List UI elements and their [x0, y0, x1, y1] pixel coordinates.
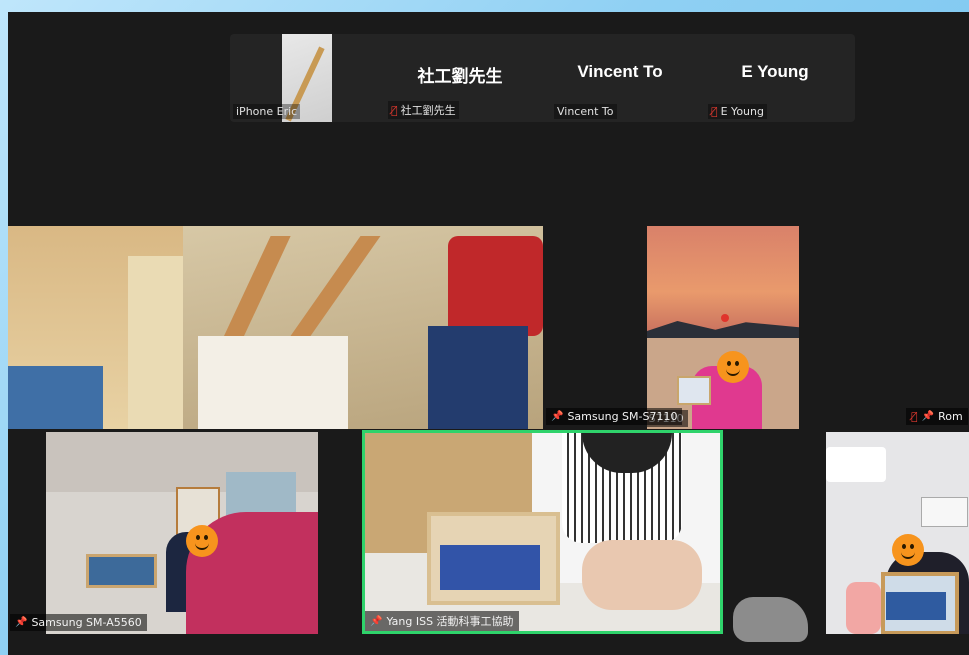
meeting-window: iPhone Eric 社工劉先生 🎙̸ 社工劉先生 Vincent To Vi…: [8, 12, 969, 655]
participant-name: Rom: [938, 410, 963, 423]
pin-icon: 📌: [15, 617, 28, 628]
video-tile-samsung-s7110[interactable]: 📌 Samsung SM-S7110: [647, 226, 799, 429]
participant-label: 🎙̸ 社工劉先生: [388, 101, 459, 119]
participant-name-tag: 📌 Samsung SM-A5560: [10, 614, 147, 631]
participant-tile-vincent[interactable]: Vincent To Vincent To: [540, 34, 700, 122]
participant-name: Yang ISS 活動科事工協助: [386, 615, 514, 628]
emoji-face-icon: [717, 351, 749, 383]
participant-tile-e-young[interactable]: E Young 🎙̸ E Young: [700, 34, 855, 122]
participant-name: Samsung SM-S7110: [567, 410, 678, 423]
pin-icon: 📌: [551, 411, 564, 422]
participant-tile-liu[interactable]: 社工劉先生 🎙̸ 社工劉先生: [380, 34, 540, 122]
participant-name: E Young: [720, 105, 764, 118]
participant-name: Samsung SM-A5560: [31, 616, 142, 629]
emoji-face-icon: [892, 534, 924, 566]
video-tile-samsung-a5560[interactable]: [46, 432, 318, 634]
emoji-face-icon: [186, 525, 218, 557]
participant-label: iPhone Eric: [233, 104, 301, 119]
video-tile-room[interactable]: [8, 226, 543, 429]
participant-name-tag: 📌 Samsung SM-S7110: [546, 408, 683, 425]
participant-strip: iPhone Eric 社工劉先生 🎙̸ 社工劉先生 Vincent To Vi…: [230, 34, 855, 122]
participant-label: Vincent To: [554, 104, 617, 119]
microphone-muted-icon: 🎙̸: [711, 105, 718, 118]
pin-icon: 📌: [921, 411, 935, 422]
participant-tile-iphone-eric[interactable]: iPhone Eric: [230, 34, 380, 122]
redacted-blob: [733, 597, 808, 642]
participant-display-name: E Young: [741, 62, 809, 81]
video-tile-active-speaker[interactable]: 📌 Yang ISS 活動科事工協助: [362, 430, 723, 634]
participant-display-name: 社工劉先生: [417, 67, 503, 86]
participant-display-name: Vincent To: [577, 62, 663, 81]
video-tile-right[interactable]: [826, 432, 969, 634]
participant-name: iPhone Eric: [236, 105, 298, 118]
pin-icon: 📌: [370, 615, 383, 627]
participant-name-tag: 🎙̸ 📌 Rom: [906, 408, 968, 425]
video-content: [826, 447, 886, 482]
participant-label: 🎙̸ E Young: [708, 104, 767, 119]
microphone-muted-icon: 🎙̸: [911, 410, 918, 423]
microphone-muted-icon: 🎙̸: [391, 103, 398, 117]
participant-name-tag: 📌 Yang ISS 活動科事工協助: [365, 611, 519, 631]
participant-name: 社工劉先生: [400, 104, 456, 117]
participant-name: Vincent To: [557, 105, 614, 118]
